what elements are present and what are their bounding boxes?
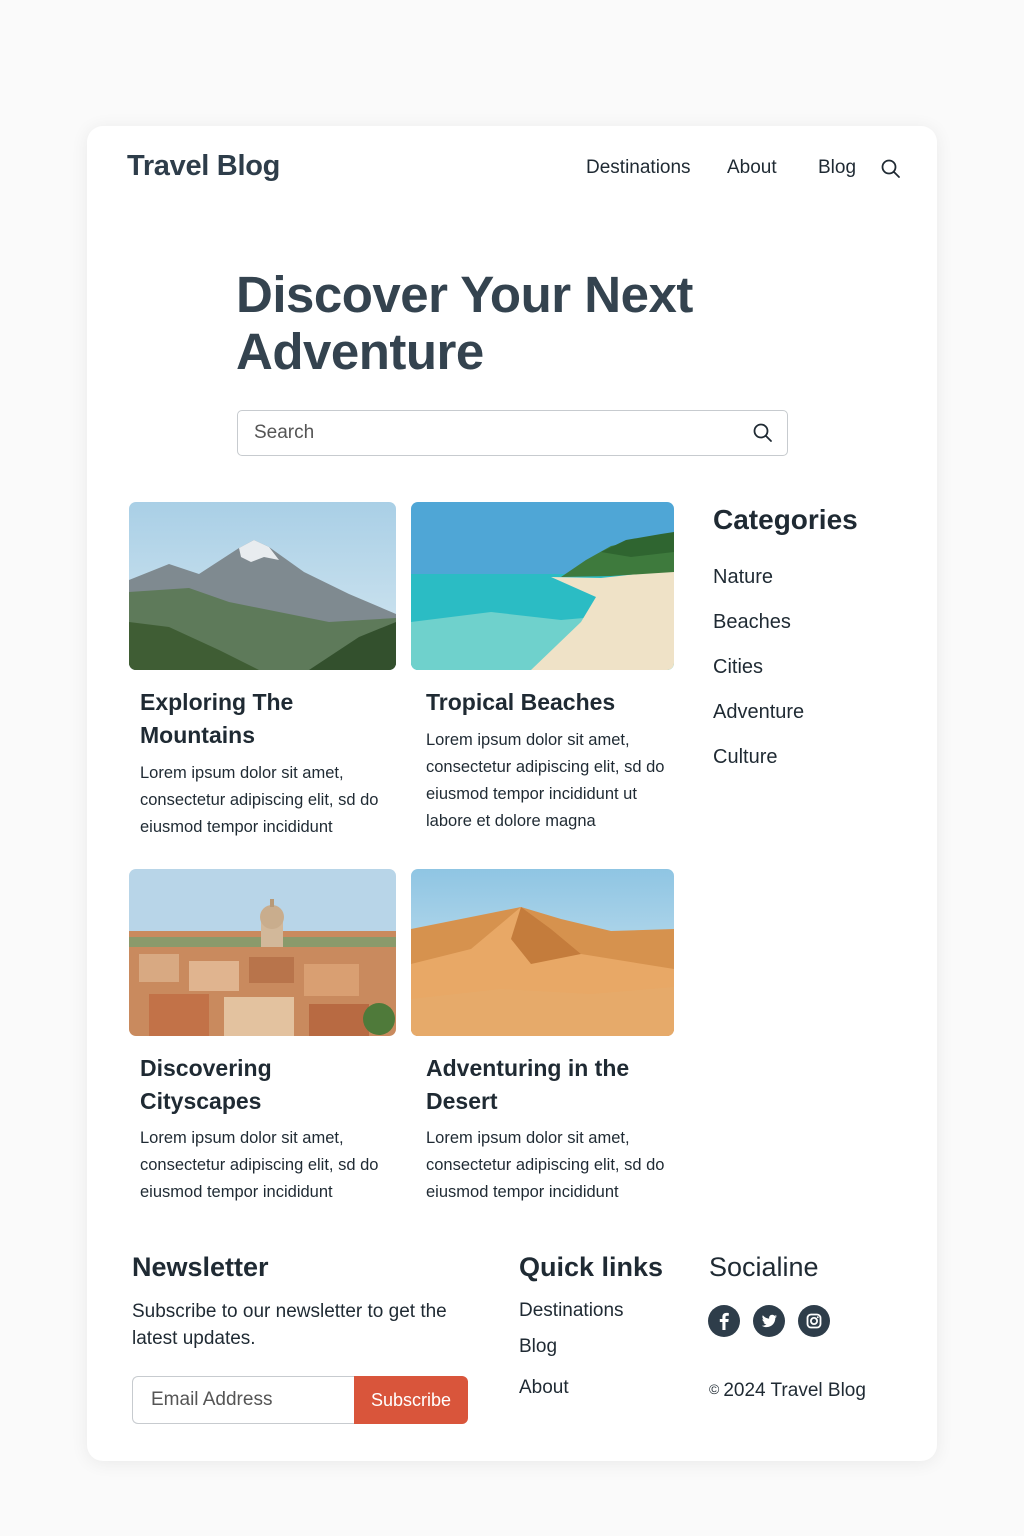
copyright: © 2024 Travel Blog [709, 1380, 866, 1402]
instagram-icon[interactable] [798, 1305, 830, 1337]
post-title[interactable]: Exploring The Mountains [140, 686, 390, 752]
quick-link-blog[interactable]: Blog [519, 1336, 557, 1358]
facebook-icon[interactable] [708, 1305, 740, 1337]
desert-photo[interactable] [411, 869, 674, 1036]
post-title[interactable]: Adventuring in the Desert [426, 1052, 676, 1118]
newsletter-heading: Newsletter [132, 1252, 269, 1282]
quick-link-about[interactable]: About [519, 1377, 569, 1399]
category-cities[interactable]: Cities [713, 656, 763, 679]
hero-search [237, 410, 788, 456]
city-photo[interactable] [129, 869, 396, 1036]
newsletter-text: Subscribe to our newsletter to get the l… [132, 1301, 447, 1349]
post-excerpt: Lorem ipsum dolor sit amet, consectetur … [426, 731, 665, 830]
search-icon[interactable] [752, 422, 774, 444]
newsletter-form: Subscribe [132, 1376, 468, 1424]
quick-link-destinations[interactable]: Destinations [519, 1300, 624, 1322]
category-nature[interactable]: Nature [713, 566, 773, 589]
email-field[interactable] [132, 1376, 356, 1424]
copyright-text: 2024 Travel Blog [723, 1380, 866, 1401]
page-card: Travel Blog Destinations About Blog Disc… [87, 126, 937, 1461]
subscribe-button[interactable]: Subscribe [354, 1376, 468, 1424]
quick-links-heading: Quick links [519, 1252, 664, 1282]
nav-destinations[interactable]: Destinations [586, 157, 691, 179]
post-title[interactable]: Discovering Cityscapes [140, 1052, 390, 1118]
categories-heading: Categories [713, 504, 858, 535]
nav-about[interactable]: About [727, 157, 777, 179]
copyright-icon: © [709, 1381, 720, 1397]
beach-photo[interactable] [411, 502, 674, 670]
nav-blog[interactable]: Blog [818, 157, 856, 179]
mountain-photo[interactable] [129, 502, 396, 670]
social-heading: Socialine [709, 1252, 819, 1282]
post-title[interactable]: Tropical Beaches [426, 686, 676, 719]
search-input[interactable] [238, 411, 728, 455]
twitter-icon[interactable] [753, 1305, 785, 1337]
post-excerpt: Lorem ipsum dolor sit amet, consectetur … [426, 1129, 665, 1201]
site-logo[interactable]: Travel Blog [127, 150, 280, 183]
post-excerpt: Lorem ipsum dolor sit amet, consectetur … [140, 1129, 379, 1201]
category-beaches[interactable]: Beaches [713, 611, 791, 634]
post-excerpt: Lorem ipsum dolor sit amet, consectetur … [140, 764, 379, 836]
category-culture[interactable]: Culture [713, 746, 777, 769]
category-adventure[interactable]: Adventure [713, 701, 804, 724]
hero-title: Discover Your Next Adventure [236, 266, 693, 380]
search-icon[interactable] [880, 158, 902, 180]
